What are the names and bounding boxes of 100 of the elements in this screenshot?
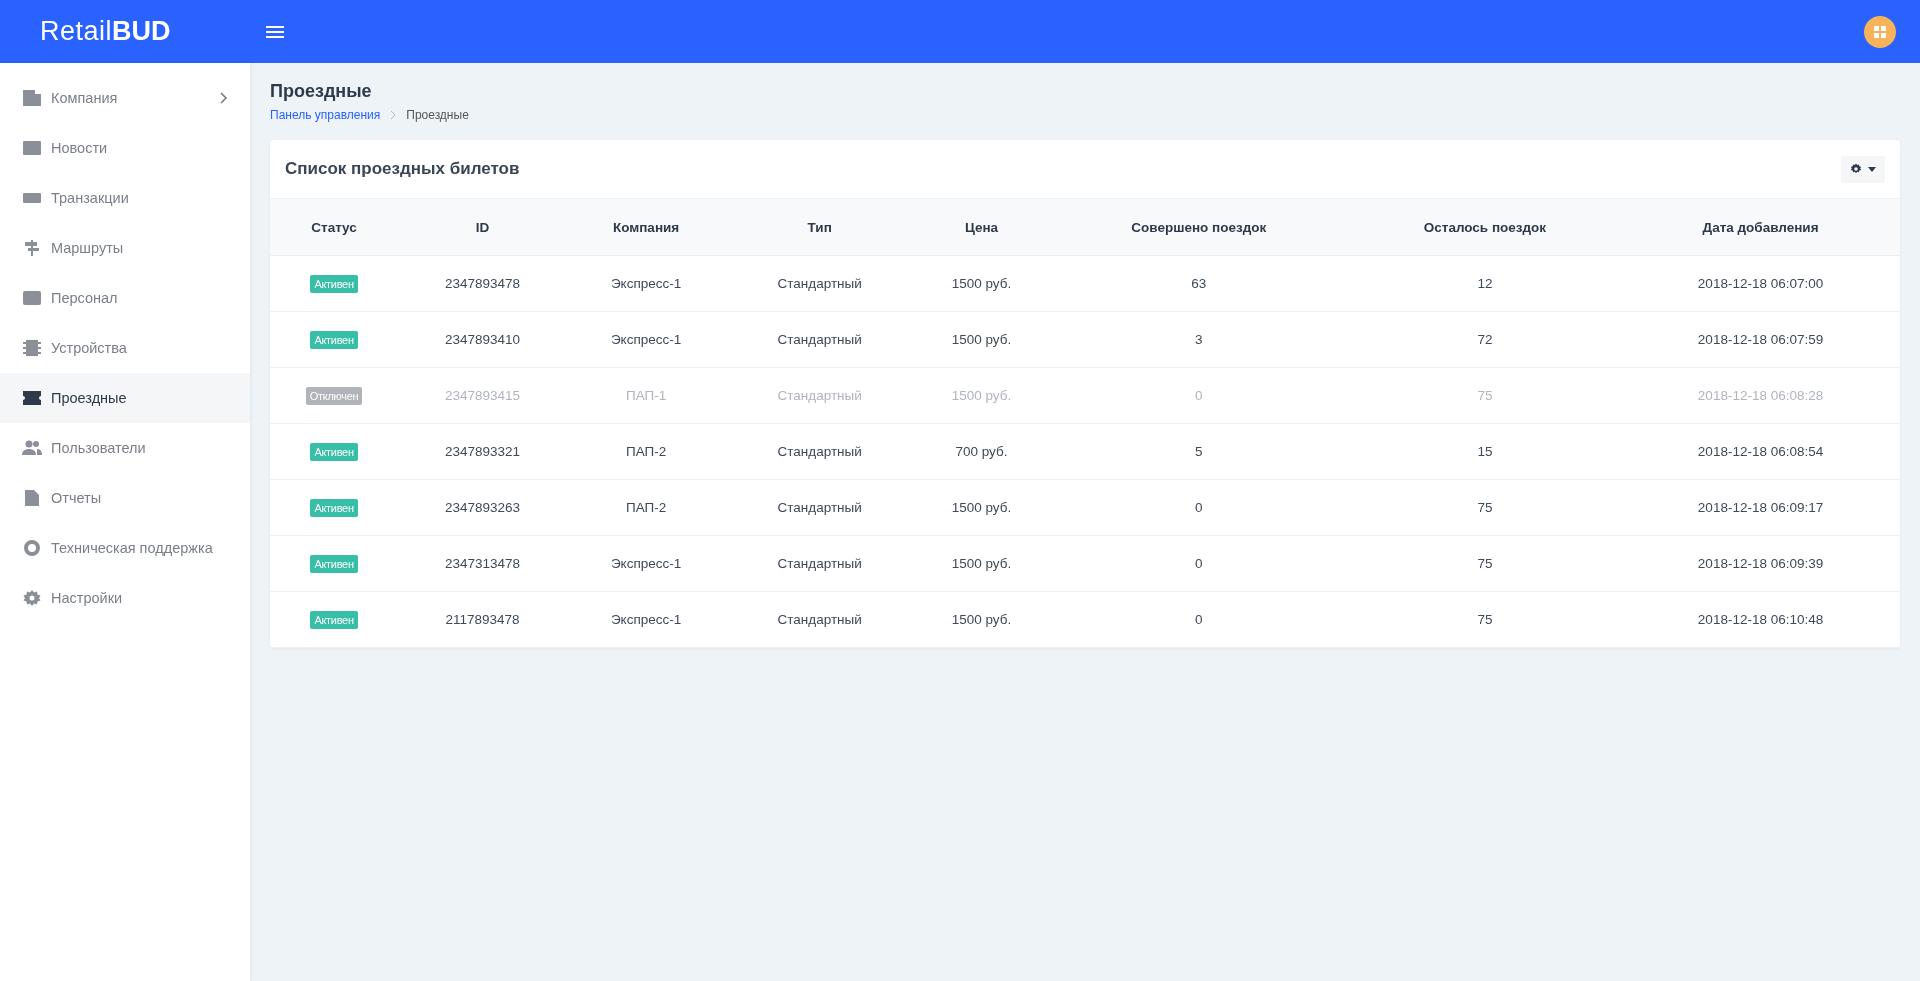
sidebar-item-label: Устройства (51, 340, 127, 356)
table-cell: 2347893321 (398, 423, 567, 480)
avatar-icon[interactable] (1864, 15, 1896, 48)
table-cell: 5 (1048, 423, 1349, 480)
sidebar-item-label: Новости (51, 140, 108, 156)
table-cell: Экспресс-1 (566, 311, 726, 368)
column-header: ID (398, 198, 567, 256)
status-badge: Активен (310, 274, 358, 293)
report-icon (22, 489, 42, 507)
menu-icon[interactable] (266, 24, 284, 39)
chip-icon (22, 339, 42, 357)
sidebar-item-label: Пользователи (51, 440, 146, 456)
sidebar-item[interactable]: Пользователи (0, 423, 250, 473)
sidebar-item[interactable]: Маршруты (0, 223, 250, 273)
column-header: Компания (566, 198, 726, 256)
signpost-icon (22, 239, 42, 257)
settings-dropdown-button[interactable] (1841, 155, 1885, 183)
table-cell: 2018-12-18 06:09:17 (1621, 479, 1900, 536)
table-cell: Экспресс-1 (566, 255, 726, 312)
sidebar-item[interactable]: Компания (0, 73, 250, 123)
table-cell: 63 (1048, 255, 1349, 312)
table-cell: 75 (1348, 479, 1622, 536)
breadcrumb-link[interactable]: Панель управления (270, 108, 381, 122)
table-cell: 12 (1348, 255, 1622, 312)
table-cell: 2347313478 (398, 535, 567, 592)
sidebar-item-label: Техническая поддержка (51, 540, 213, 556)
table-cell: ПАП-2 (566, 423, 726, 480)
breadcrumb-current: Проездные (406, 108, 469, 122)
table-cell: Стандартный (725, 311, 915, 368)
page-title: Проездные (270, 81, 373, 102)
column-header: Статус (270, 198, 399, 256)
table-cell: 700 руб. (914, 423, 1049, 480)
card-title: Список проездных билетов (285, 159, 520, 179)
table-cell: 2018-12-18 06:08:54 (1621, 423, 1900, 480)
column-header: Тип (725, 198, 915, 256)
table-cell: Стандартный (725, 591, 915, 648)
table-cell: Экспресс-1 (566, 591, 726, 648)
column-header: Осталось поездок (1348, 198, 1622, 256)
status-badge: Активен (310, 498, 358, 517)
table-cell: Стандартный (725, 367, 915, 424)
table-cell: 15 (1348, 423, 1622, 480)
sidebar-item[interactable]: Отчеты (0, 473, 250, 523)
people-icon (22, 439, 42, 457)
column-header: Цена (914, 198, 1049, 256)
sidebar-item-label: Настройки (51, 590, 123, 606)
table-cell: 0 (1048, 367, 1349, 424)
gear-icon (22, 589, 42, 607)
table-cell: 2018-12-18 06:10:48 (1621, 591, 1900, 648)
table-cell: 2018-12-18 06:08:28 (1621, 367, 1900, 424)
sidebar-item-label: Компания (51, 90, 118, 106)
chevron-right-icon (390, 110, 397, 120)
table-cell: 0 (1048, 535, 1349, 592)
table-cell: 2347893478 (398, 255, 567, 312)
column-header: Совершено поездок (1048, 198, 1349, 256)
table-cell: 2018-12-18 06:07:00 (1621, 255, 1900, 312)
table-cell: 2018-12-18 06:09:39 (1621, 535, 1900, 592)
table-cell: 2347893410 (398, 311, 567, 368)
status-badge: Отключен (305, 386, 363, 405)
table-cell: Стандартный (725, 423, 915, 480)
sidebar-item-label: Транзакции (51, 190, 129, 206)
status-badge: Активен (310, 554, 358, 573)
sidebar-item[interactable]: Транзакции (0, 173, 250, 223)
logo: RetailBUD (39, 16, 172, 47)
table-cell: 75 (1348, 367, 1622, 424)
table-cell: 2117893478 (398, 591, 567, 648)
sidebar-item[interactable]: Проездные (0, 373, 250, 423)
table-cell: Стандартный (725, 535, 915, 592)
table-cell: 1500 руб. (914, 591, 1049, 648)
caret-icon (1868, 166, 1876, 172)
status-badge: Активен (310, 330, 358, 349)
sidebar-item[interactable]: Настройки (0, 573, 250, 623)
sidebar-item-label: Маршруты (51, 240, 124, 256)
table-cell: 72 (1348, 311, 1622, 368)
table-cell: 2347893263 (398, 479, 567, 536)
table-cell: 2347893415 (398, 367, 567, 424)
table-cell: 3 (1048, 311, 1349, 368)
table-cell: 2018-12-18 06:07:59 (1621, 311, 1900, 368)
table-cell: 1500 руб. (914, 367, 1049, 424)
table-cell: Стандартный (725, 479, 915, 536)
sidebar-item[interactable]: Новости (0, 123, 250, 173)
table-cell: ПАП-2 (566, 479, 726, 536)
sidebar-item[interactable]: Персонал (0, 273, 250, 323)
table-cell: Стандартный (725, 255, 915, 312)
settings-icon (1850, 163, 1862, 175)
sidebar-item[interactable]: Техническая поддержка (0, 523, 250, 573)
lifebuoy-icon (22, 539, 42, 557)
table-cell: ПАП-1 (566, 367, 726, 424)
table-cell: Экспресс-1 (566, 535, 726, 592)
table-cell: 1500 руб. (914, 255, 1049, 312)
sidebar-item-label: Отчеты (51, 490, 102, 506)
sidebar-item-label: Проездные (51, 390, 127, 406)
table-cell: 1500 руб. (914, 311, 1049, 368)
table-cell: 75 (1348, 535, 1622, 592)
ticket-icon (22, 389, 42, 407)
table-cell: 75 (1348, 591, 1622, 648)
table-cell: 1500 руб. (914, 479, 1049, 536)
status-badge: Активен (310, 610, 358, 629)
sidebar-item[interactable]: Устройства (0, 323, 250, 373)
table-cell: 0 (1048, 479, 1349, 536)
table-cell: 1500 руб. (914, 535, 1049, 592)
